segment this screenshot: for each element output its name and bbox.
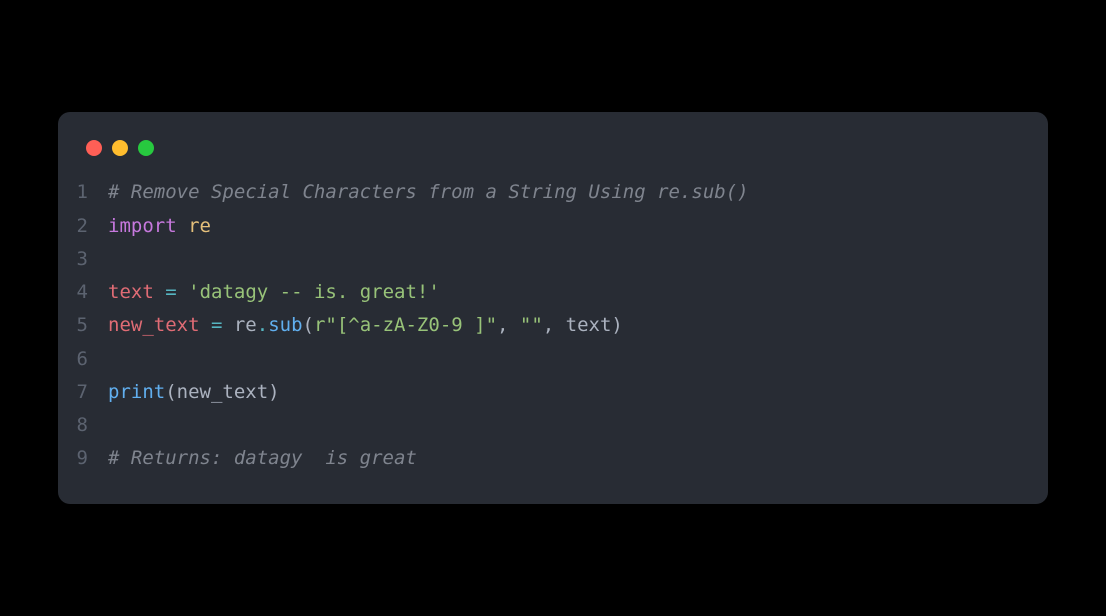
token-operator: = xyxy=(165,281,176,303)
line-number: 6 xyxy=(58,343,108,376)
code-area: 1# Remove Special Characters from a Stri… xyxy=(58,176,1048,475)
code-line: 9# Returns: datagy is great xyxy=(58,442,1048,475)
window-controls xyxy=(58,136,1048,176)
line-number: 5 xyxy=(58,309,108,342)
token-comment: # Remove Special Characters from a Strin… xyxy=(108,181,749,203)
line-number: 3 xyxy=(58,243,108,276)
line-number: 8 xyxy=(58,409,108,442)
code-content xyxy=(108,243,1048,276)
code-line: 2import re xyxy=(58,210,1048,243)
line-number: 4 xyxy=(58,276,108,309)
code-content: print(new_text) xyxy=(108,376,1048,409)
token-function: print xyxy=(108,381,165,403)
code-line: 1# Remove Special Characters from a Stri… xyxy=(58,176,1048,209)
token-plain: re xyxy=(222,314,256,336)
code-content xyxy=(108,409,1048,442)
token-string: 'datagy -- is. great!' xyxy=(188,281,440,303)
code-content: # Returns: datagy is great xyxy=(108,442,1048,475)
token-string: "" xyxy=(520,314,543,336)
code-window: 1# Remove Special Characters from a Stri… xyxy=(58,112,1048,503)
close-icon[interactable] xyxy=(86,140,102,156)
code-line: 7print(new_text) xyxy=(58,376,1048,409)
token-plain: , text) xyxy=(543,314,623,336)
token-plain xyxy=(200,314,211,336)
maximize-icon[interactable] xyxy=(138,140,154,156)
token-function: sub xyxy=(268,314,302,336)
token-operator: . xyxy=(257,314,268,336)
token-string: r"[^a-zA-Z0-9 ]" xyxy=(314,314,497,336)
token-variable: new_text xyxy=(108,314,200,336)
token-module: re xyxy=(188,215,211,237)
token-variable: text xyxy=(108,281,154,303)
code-line: 3 xyxy=(58,243,1048,276)
code-content: text = 'datagy -- is. great!' xyxy=(108,276,1048,309)
code-content: # Remove Special Characters from a Strin… xyxy=(108,176,1048,209)
token-plain: (new_text) xyxy=(165,381,279,403)
token-plain: ( xyxy=(303,314,314,336)
code-line: 8 xyxy=(58,409,1048,442)
token-plain xyxy=(177,215,188,237)
token-comment: # Returns: datagy is great xyxy=(108,447,417,469)
code-content: import re xyxy=(108,210,1048,243)
token-plain: , xyxy=(497,314,520,336)
line-number: 2 xyxy=(58,210,108,243)
code-line: 6 xyxy=(58,343,1048,376)
line-number: 9 xyxy=(58,442,108,475)
token-operator: = xyxy=(211,314,222,336)
code-line: 5new_text = re.sub(r"[^a-zA-Z0-9 ]", "",… xyxy=(58,309,1048,342)
token-plain xyxy=(154,281,165,303)
line-number: 7 xyxy=(58,376,108,409)
minimize-icon[interactable] xyxy=(112,140,128,156)
code-content: new_text = re.sub(r"[^a-zA-Z0-9 ]", "", … xyxy=(108,309,1048,342)
token-plain xyxy=(177,281,188,303)
code-line: 4text = 'datagy -- is. great!' xyxy=(58,276,1048,309)
token-keyword: import xyxy=(108,215,177,237)
code-content xyxy=(108,343,1048,376)
line-number: 1 xyxy=(58,176,108,209)
